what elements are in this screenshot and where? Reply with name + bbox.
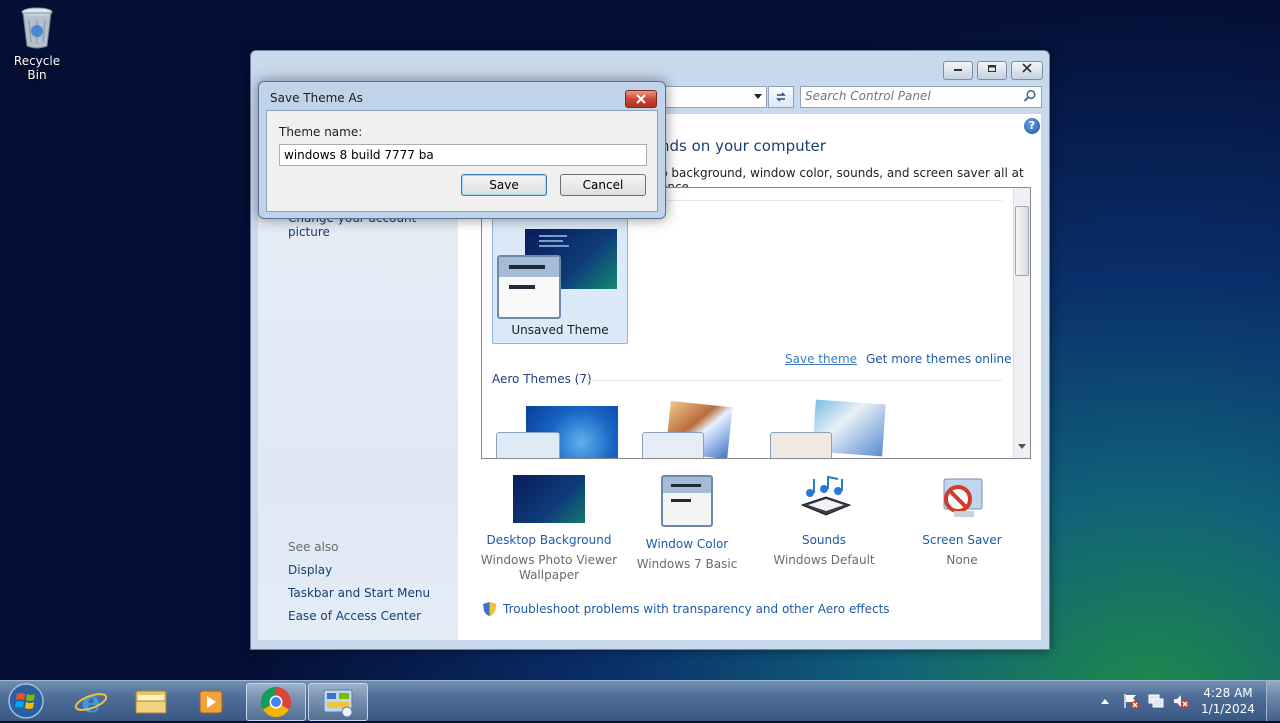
network-icon[interactable] [1147,692,1165,710]
page-title: nds on your computer [660,137,826,155]
folder-icon [135,690,167,714]
theme-list[interactable]: Unsaved Theme Save theme Get more themes… [481,187,1031,459]
window-color-sub: Windows 7 Basic [636,557,738,571]
address-dropdown[interactable] [663,86,767,108]
desktop-background-label: Desktop Background [486,533,612,547]
show-hidden-icons-icon[interactable] [1100,697,1110,705]
window-color-label: Window Color [645,537,729,551]
recycle-bin-icon [20,6,54,50]
window-color-swatch [497,255,561,319]
refresh-icon [776,92,786,102]
desktop-background-item[interactable]: Desktop Background Windows Photo Viewer … [474,475,624,582]
internet-explorer-icon: e [74,685,108,720]
close-button[interactable] [1011,61,1043,80]
start-button[interactable] [6,682,46,720]
sounds-item[interactable]: Sounds Windows Default [749,475,899,567]
scrollbar-thumb[interactable] [1015,206,1029,276]
save-button[interactable]: Save [461,174,547,196]
taskbar-chrome[interactable] [246,683,306,721]
search-icon[interactable] [1023,89,1037,103]
chevron-down-icon [754,94,762,99]
desktop-background-sub: Windows Photo Viewer [480,553,618,567]
sounds-icon [788,475,860,523]
minimize-icon [954,69,962,71]
theme-name-label: Theme name: [279,125,363,139]
close-icon [1022,63,1032,73]
theme-list-scrollbar[interactable] [1013,188,1030,458]
close-icon [636,94,646,104]
aero-themes-heading: Aero Themes (7) [492,372,592,386]
sounds-label: Sounds [801,533,847,547]
desktop-background-icon [513,475,585,523]
see-also-ease-of-access-link[interactable]: Ease of Access Center [288,609,421,623]
clock-date: 1/1/2024 [1201,702,1255,716]
troubleshoot-link[interactable]: Troubleshoot problems with transparency … [503,602,890,616]
search-box[interactable] [800,86,1042,108]
show-desktop-button[interactable] [1266,681,1280,721]
minimize-button[interactable] [943,61,973,80]
search-input[interactable] [805,88,1015,104]
chrome-icon [260,687,291,718]
window-color-icon [661,475,713,527]
see-also-display-link[interactable]: Display [288,563,332,577]
screen-saver-sub: None [946,553,978,567]
media-player-icon [199,690,223,714]
window-color-item[interactable]: Window Color Windows 7 Basic [612,475,762,571]
clock[interactable]: 4:28 AM 1/1/2024 [1196,685,1260,717]
sounds-sub: Windows Default [773,553,875,567]
aero-theme-characters[interactable] [770,399,890,458]
aero-theme-windows7[interactable] [496,406,618,458]
windows-logo-icon [8,683,44,719]
get-more-themes-link[interactable]: Get more themes online [866,352,1012,366]
theme-name-input[interactable] [279,144,647,166]
recycle-bin-label: Recycle Bin [13,54,61,82]
cancel-button[interactable]: Cancel [560,174,646,196]
screen-saver-icon [926,475,998,523]
recycle-bin[interactable]: Recycle Bin [4,6,70,82]
scroll-down-arrow-icon[interactable] [1018,444,1026,450]
taskbar: e 4:28 AM 1/1/2024 [0,680,1280,721]
action-center-flag-icon[interactable] [1122,692,1140,710]
refresh-button[interactable] [768,86,794,108]
help-icon[interactable]: ? [1024,118,1040,134]
dialog-title: Save Theme As [270,91,363,105]
desktop-background-sub2: Wallpaper [518,568,580,582]
unsaved-theme-label: Unsaved Theme [511,323,609,337]
screen-saver-label: Screen Saver [922,533,1002,547]
maximize-button[interactable] [977,61,1007,80]
taskbar-file-explorer[interactable] [122,683,180,719]
shield-icon [483,602,496,616]
dialog-close-button[interactable] [625,90,657,108]
dialog-body: Theme name: Save Cancel [266,110,658,212]
taskbar-internet-explorer[interactable]: e [62,683,120,720]
save-theme-dialog: Save Theme As Theme name: Save Cancel [258,81,666,219]
see-also-taskbar-link[interactable]: Taskbar and Start Menu [288,586,430,600]
aero-theme-architecture[interactable] [642,400,734,458]
taskbar-media-player[interactable] [182,683,240,719]
taskbar-control-panel[interactable] [308,683,368,721]
control-panel-icon [323,689,353,718]
unsaved-theme-tile[interactable]: Unsaved Theme [492,208,628,344]
save-theme-link[interactable]: Save theme [785,352,857,366]
clock-time: 4:28 AM [1203,686,1253,700]
restore-icon [988,65,996,72]
see-also-heading: See also [288,540,339,554]
screen-saver-item[interactable]: Screen Saver None [887,475,1037,567]
svg-text:e: e [81,685,100,719]
volume-muted-icon[interactable] [1172,692,1190,710]
